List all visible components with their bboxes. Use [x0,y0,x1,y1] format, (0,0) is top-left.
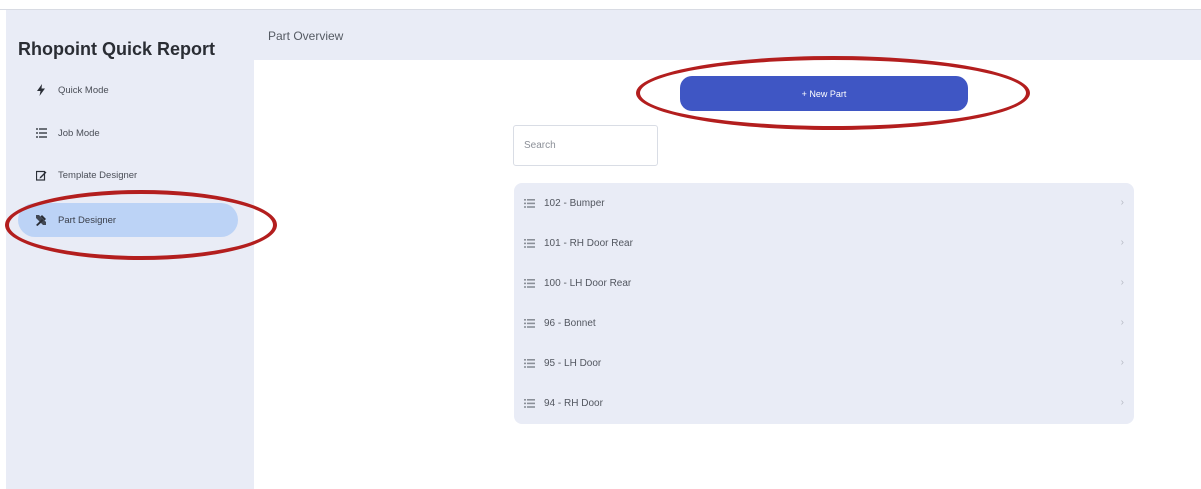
page-header: Part Overview [254,10,1201,60]
chevron-right-icon: › [1120,277,1124,288]
list-item[interactable]: 96 - Bonnet › [514,303,1134,343]
list-icon [524,238,538,248]
chevron-right-icon: › [1120,357,1124,368]
sidebar-item-job-mode[interactable]: Job Mode [18,116,238,150]
list-item[interactable]: 101 - RH Door Rear › [514,223,1134,263]
lightning-icon [30,84,52,96]
new-part-button[interactable]: + New Part [680,76,968,111]
sidebar-item-label: Part Designer [58,214,117,226]
tools-icon [30,214,52,226]
search-input[interactable] [513,125,658,166]
part-label: 100 - LH Door Rear [544,277,632,289]
list-icon [524,358,538,368]
chevron-right-icon: › [1120,197,1124,208]
list-item[interactable]: 95 - LH Door › [514,343,1134,383]
part-label: 94 - RH Door [544,397,603,409]
chevron-right-icon: › [1120,317,1124,328]
sidebar-item-part-designer[interactable]: Part Designer [18,203,238,237]
chevron-right-icon: › [1120,397,1124,408]
list-item[interactable]: 102 - Bumper › [514,183,1134,223]
app-window: Rhopoint Quick Report Quick Mode Job Mod… [0,0,1201,489]
list-icon [524,198,538,208]
part-list: 102 - Bumper › 101 - RH Door Rear › 100 … [514,183,1134,424]
part-label: 96 - Bonnet [544,317,596,329]
page-title: Part Overview [268,29,344,43]
part-label: 102 - Bumper [544,197,605,209]
sidebar-item-label: Template Designer [58,169,138,181]
chevron-right-icon: › [1120,237,1124,248]
list-icon [524,318,538,328]
list-item[interactable]: 94 - RH Door › [514,383,1134,423]
sidebar-item-template-designer[interactable]: Template Designer [18,158,238,192]
part-label: 101 - RH Door Rear [544,237,633,249]
part-label: 95 - LH Door [544,357,602,369]
edit-icon [30,170,52,181]
sidebar-item-quick-mode[interactable]: Quick Mode [18,73,238,107]
sidebar-item-label: Job Mode [58,127,100,139]
sidebar-item-label: Quick Mode [58,84,109,96]
app-title: Rhopoint Quick Report [18,39,215,59]
list-icon [524,278,538,288]
list-icon [524,398,538,408]
list-icon [30,128,52,138]
list-item[interactable]: 100 - LH Door Rear › [514,263,1134,303]
